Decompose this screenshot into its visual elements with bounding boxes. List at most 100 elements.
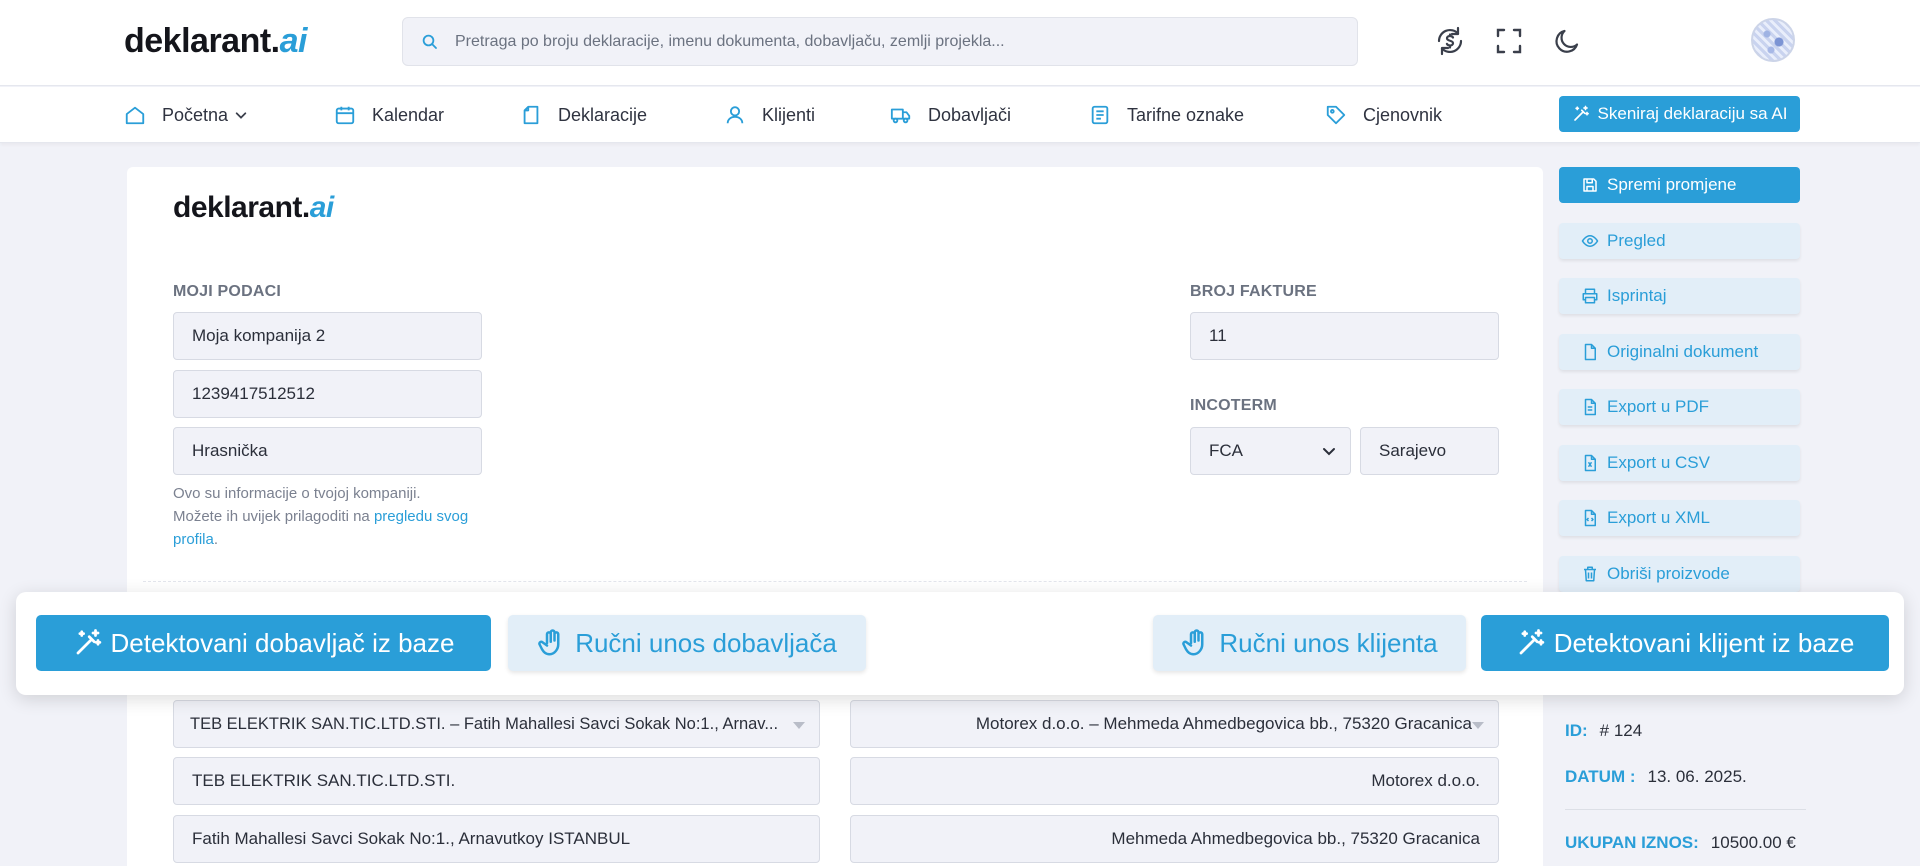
company-id-value: 1239417512512 bbox=[192, 384, 315, 403]
chevron-down-icon bbox=[1323, 448, 1335, 456]
magic-wand-icon bbox=[1519, 629, 1544, 655]
nav-item-tarifne-oznake[interactable]: Tarifne oznake bbox=[1089, 87, 1244, 143]
incoterm-label: INCOTERM bbox=[1190, 397, 1277, 414]
client-address-field[interactable]: Mehmeda Ahmedbegovica bb., 75320 Gracani… bbox=[850, 815, 1499, 863]
tag-icon bbox=[1326, 105, 1346, 125]
id-label: ID: bbox=[1565, 721, 1588, 740]
supplier-select[interactable]: TEB ELEKTRIK SAN.TIC.LTD.STI. – Fatih Ma… bbox=[173, 700, 820, 748]
manual-supplier-button[interactable]: Ručni unos dobavljača bbox=[508, 615, 866, 671]
total-label: UKUPAN IZNOS: bbox=[1565, 833, 1699, 852]
save-changes-button[interactable]: Spremi promjene bbox=[1559, 167, 1800, 203]
help-text-end: . bbox=[213, 531, 219, 548]
button-label: Detektovani klijent iz baze bbox=[1553, 627, 1855, 658]
document-icon bbox=[523, 105, 539, 125]
nav-label: Dobavljači bbox=[928, 104, 1012, 125]
manual-client-button[interactable]: Ručni unos klijenta bbox=[1153, 615, 1466, 671]
nav-item-pocetna[interactable]: Početna bbox=[124, 87, 248, 143]
company-address-value: Hrasnička bbox=[192, 441, 268, 460]
button-label: Isprintaj bbox=[1607, 286, 1667, 305]
my-data-label: MOJI PODACI bbox=[173, 283, 281, 300]
magic-wand-icon bbox=[76, 629, 101, 655]
incoterm-place-field[interactable]: Sarajevo bbox=[1360, 427, 1499, 475]
party-selection-band: Detektovani dobavljač iz baze Ručni unos… bbox=[16, 592, 1904, 695]
caret-down-icon bbox=[1472, 722, 1484, 729]
trash-icon bbox=[1584, 566, 1596, 582]
hand-icon bbox=[1182, 629, 1204, 656]
incoterm-place-value: Sarajevo bbox=[1379, 441, 1447, 460]
incoterm-select[interactable]: FCA bbox=[1190, 427, 1351, 475]
search-input[interactable] bbox=[455, 32, 1335, 51]
print-button[interactable]: Isprintaj bbox=[1559, 278, 1800, 314]
nav-item-klijenti[interactable]: Klijenti bbox=[724, 87, 815, 143]
preview-button[interactable]: Pregled bbox=[1559, 223, 1800, 259]
date-value: 13. 06. 2025. bbox=[1647, 767, 1747, 786]
invoice-logo-text: deklarant. bbox=[173, 191, 310, 224]
supplier-address-value: Fatih Mahallesi Savci Sokak No:1., Arnav… bbox=[192, 829, 631, 848]
delete-products-button[interactable]: Obriši proizvode bbox=[1559, 556, 1800, 592]
invoice-number-field[interactable]: 11 bbox=[1190, 312, 1499, 360]
button-label: Obriši proizvode bbox=[1607, 564, 1730, 583]
currency-exchange-icon[interactable] bbox=[1432, 23, 1468, 59]
company-name-field[interactable]: Moja kompanija 2 bbox=[173, 312, 482, 360]
nav-item-kalendar[interactable]: Kalendar bbox=[334, 87, 444, 143]
app-logo[interactable]: deklarant.ai bbox=[124, 22, 307, 61]
user-avatar[interactable] bbox=[1751, 18, 1795, 62]
invoice-logo: deklarant.ai bbox=[173, 191, 334, 225]
search-icon bbox=[422, 34, 437, 49]
total-value: 10500.00 € bbox=[1710, 833, 1796, 852]
search-bar[interactable] bbox=[402, 17, 1358, 66]
id-value: # 124 bbox=[1599, 721, 1643, 740]
company-address-field[interactable]: Hrasnička bbox=[173, 427, 482, 475]
invoice-number-label: BROJ FAKTURE bbox=[1190, 283, 1317, 300]
caret-down-icon bbox=[793, 722, 805, 729]
date-label: DATUM : bbox=[1565, 767, 1636, 786]
supplier-select-value: TEB ELEKTRIK SAN.TIC.LTD.STI. – Fatih Ma… bbox=[190, 714, 779, 733]
nav-item-cjenovnik[interactable]: Cjenovnik bbox=[1325, 87, 1442, 143]
invoice-id: ID: # 124 bbox=[1565, 721, 1642, 741]
section-divider bbox=[143, 581, 1527, 582]
company-id-field[interactable]: 1239417512512 bbox=[173, 370, 482, 418]
nav-label: Deklaracije bbox=[558, 104, 648, 125]
nav-item-dobavljaci[interactable]: Dobavljači bbox=[890, 87, 1011, 143]
fullscreen-icon[interactable] bbox=[1491, 23, 1527, 59]
button-label: Originalni dokument bbox=[1607, 342, 1759, 361]
scan-declaration-ai-button[interactable]: Skeniraj deklaraciju sa AI bbox=[1559, 96, 1800, 132]
client-name-field[interactable]: Motorex d.o.o. bbox=[850, 757, 1499, 805]
hand-icon bbox=[538, 629, 560, 656]
button-label: Export u CSV bbox=[1607, 453, 1710, 472]
info-divider bbox=[1565, 809, 1806, 810]
export-csv-button[interactable]: Export u CSV bbox=[1559, 445, 1800, 481]
button-label: Pregled bbox=[1607, 231, 1666, 250]
supplier-name-field[interactable]: TEB ELEKTRIK SAN.TIC.LTD.STI. bbox=[173, 757, 820, 805]
chevron-down-icon bbox=[235, 112, 247, 119]
detected-supplier-button[interactable]: Detektovani dobavljač iz baze bbox=[36, 615, 491, 671]
button-label: Detektovani dobavljač iz baze bbox=[110, 627, 455, 658]
original-document-button[interactable]: Originalni dokument bbox=[1559, 334, 1800, 370]
client-select[interactable]: Motorex d.o.o. – Mehmeda Ahmedbegovica b… bbox=[850, 700, 1499, 748]
nav-label: Kalendar bbox=[372, 104, 445, 125]
moon-icon[interactable] bbox=[1549, 23, 1585, 59]
nav-label: Cjenovnik bbox=[1363, 104, 1443, 125]
printer-icon bbox=[1582, 288, 1598, 304]
company-help-text: Ovo su informacije o tvojoj kompaniji. M… bbox=[173, 482, 473, 551]
list-icon bbox=[1091, 105, 1109, 125]
detected-client-button[interactable]: Detektovani klijent iz baze bbox=[1481, 615, 1889, 671]
export-pdf-button[interactable]: Export u PDF bbox=[1559, 389, 1800, 425]
truck-icon bbox=[890, 108, 911, 124]
button-label: Export u PDF bbox=[1607, 397, 1710, 416]
invoice-number-value: 11 bbox=[1209, 326, 1227, 345]
nav-label: Tarifne oznake bbox=[1127, 104, 1245, 125]
company-name-value: Moja kompanija 2 bbox=[192, 326, 326, 345]
calendar-icon bbox=[335, 106, 355, 125]
csv-icon bbox=[1584, 454, 1596, 472]
export-xml-button[interactable]: Export u XML bbox=[1559, 500, 1800, 536]
file-icon bbox=[1584, 343, 1596, 361]
invoice-logo-ai: ai bbox=[309, 191, 335, 224]
invoice-date: DATUM : 13. 06. 2025. bbox=[1565, 767, 1747, 787]
supplier-address-field[interactable]: Fatih Mahallesi Savci Sokak No:1., Arnav… bbox=[173, 815, 820, 863]
nav-label: Početna bbox=[162, 104, 229, 125]
logo-text: deklarant. bbox=[124, 22, 280, 60]
nav-item-deklaracije[interactable]: Deklaracije bbox=[520, 87, 647, 143]
client-name-value: Motorex d.o.o. bbox=[1371, 771, 1480, 790]
button-label: Ručni unos klijenta bbox=[1219, 627, 1438, 658]
